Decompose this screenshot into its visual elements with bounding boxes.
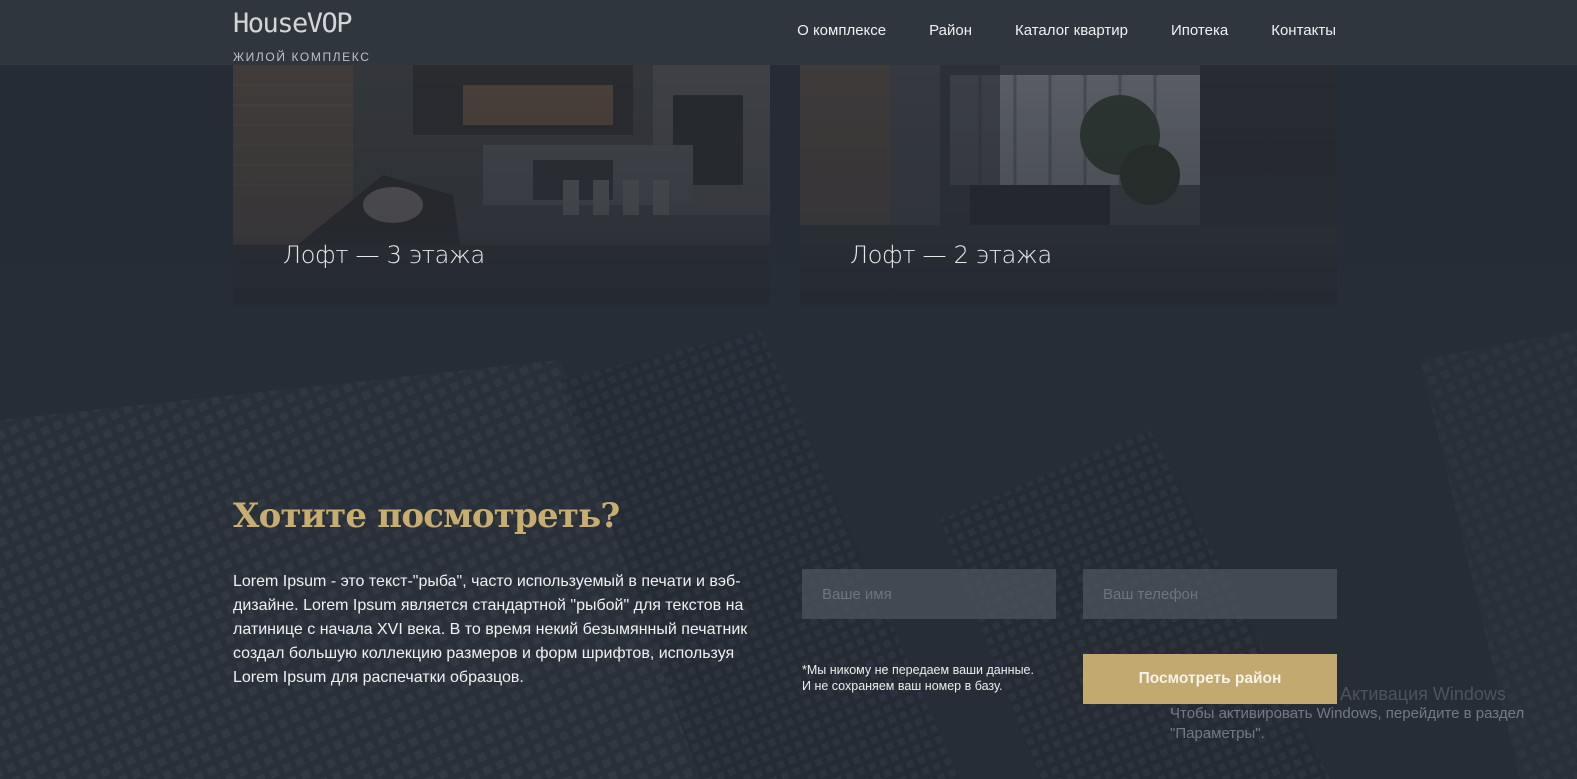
nav-item-contacts[interactable]: Контакты <box>1271 22 1336 40</box>
loft-interior-image <box>233 65 770 305</box>
logo[interactable]: HouseVOP ЖИЛОЙ КОМПЛЕКС <box>233 8 370 64</box>
card-title: Лофт — 2 этажа <box>850 241 1052 269</box>
nav-item-district[interactable]: Район <box>929 22 972 40</box>
privacy-note: *Мы никому не передаем ваши данные. И не… <box>802 662 1034 694</box>
loft-interior-image <box>800 65 1337 305</box>
loft-card-2-floors[interactable]: Лофт — 2 этажа <box>800 65 1337 305</box>
logo-subtitle: ЖИЛОЙ КОМПЛЕКС <box>233 50 371 64</box>
nav-item-about[interactable]: О комплексе <box>797 22 886 40</box>
privacy-line-1: *Мы никому не передаем ваши данные. <box>802 663 1034 677</box>
nav-item-catalog[interactable]: Каталог квартир <box>1015 22 1128 40</box>
watermark-title: Активация Windows <box>1340 684 1506 704</box>
site-header: HouseVOP ЖИЛОЙ КОМПЛЕКС О комплексе Райо… <box>0 0 1577 65</box>
main-nav: О комплексе Район Каталог квартир Ипотек… <box>797 22 1336 40</box>
loft-card-3-floors[interactable]: Лофт — 3 этажа <box>233 65 770 305</box>
cta-heading: Хотите посмотреть? <box>233 496 620 536</box>
nav-item-mortgage[interactable]: Ипотека <box>1171 22 1228 40</box>
watermark-line-2: "Параметры". <box>1170 725 1265 742</box>
watermark-line-1: Чтобы активировать Windows, перейдите в … <box>1170 705 1525 722</box>
name-input[interactable] <box>802 569 1056 619</box>
privacy-line-2: И не сохраняем ваш номер в базу. <box>802 679 1003 693</box>
logo-name: HouseVOP <box>233 8 353 39</box>
phone-input[interactable] <box>1083 569 1337 619</box>
cta-description: Lorem Ipsum - это текст-"рыба", часто ис… <box>233 573 748 686</box>
card-title: Лофт — 3 этажа <box>283 241 485 269</box>
windows-activation-watermark: Активация Windows Чтобы активировать Win… <box>1170 684 1524 744</box>
